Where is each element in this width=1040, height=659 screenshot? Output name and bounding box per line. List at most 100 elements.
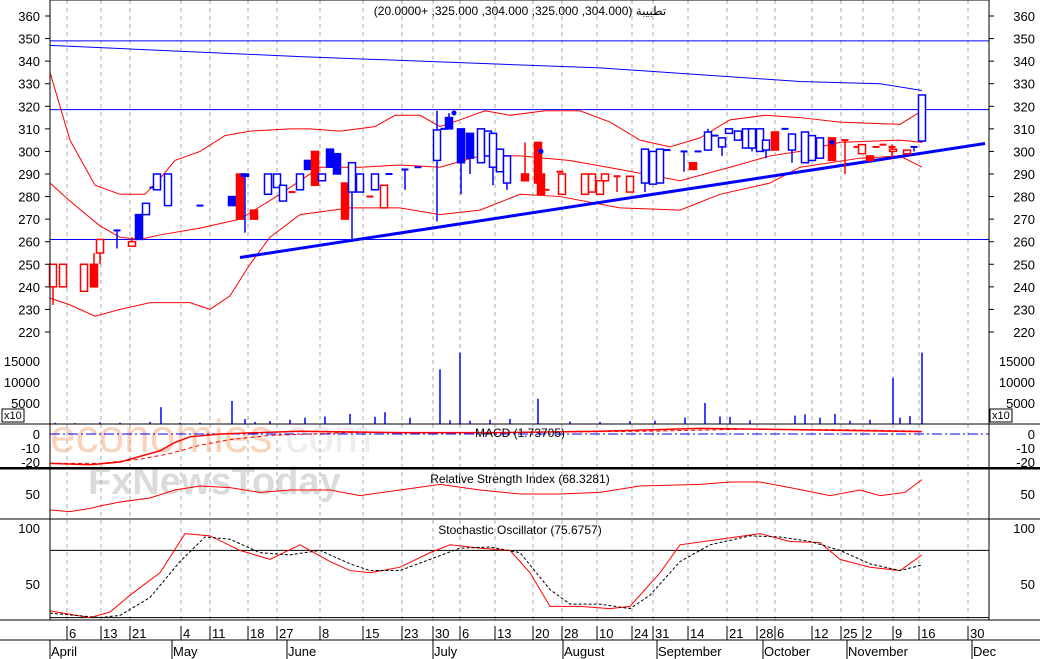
stochastic-panel [49, 533, 989, 619]
x-tick-label: 6 [777, 626, 784, 641]
candle-body [303, 159, 313, 171]
y-tick-label-right: 230 [1013, 302, 1035, 317]
candle-body [347, 161, 357, 193]
month-label: August [564, 644, 605, 659]
macd-label: MACD (1.73705) [475, 426, 565, 440]
candle [917, 94, 927, 143]
month-label: May [173, 644, 198, 659]
candle-body [163, 173, 173, 207]
candle [520, 142, 530, 182]
candle [640, 148, 650, 193]
y-tick-label-left: 320 [18, 99, 40, 114]
x-tick-label: 4 [183, 626, 190, 641]
watermark-economies: economies.com [50, 410, 372, 462]
candle-body [888, 148, 898, 153]
x-tick-label: 14 [690, 626, 704, 641]
candle-body [520, 173, 530, 182]
y-tick-label-left: 240 [18, 280, 40, 295]
candle-body [640, 148, 650, 184]
marker-dot [829, 139, 835, 145]
candle-body [317, 173, 327, 182]
x-tick-label: 12 [814, 626, 828, 641]
candle [278, 184, 288, 202]
candle-body [703, 131, 713, 151]
x-tick-label: 30 [435, 626, 449, 641]
x-tick-label: 18 [250, 626, 264, 641]
x-tick-label: 10 [599, 626, 613, 641]
candle-body [717, 137, 727, 148]
candle [152, 173, 162, 191]
month-label: June [288, 644, 316, 659]
candle-body [95, 238, 105, 254]
candle-body [127, 240, 137, 247]
x-tick-label: 25 [843, 626, 857, 641]
x-tick-label: 2 [865, 626, 872, 641]
candle [888, 148, 898, 153]
candle [680, 150, 688, 172]
candle-body [89, 263, 99, 288]
candle-body [587, 173, 597, 193]
candle-body [787, 133, 797, 151]
candle [625, 175, 635, 193]
candle-body [370, 173, 380, 191]
month-label: October [764, 644, 811, 659]
x-tick-label: 24 [634, 626, 648, 641]
candle [600, 173, 610, 182]
candle [865, 155, 875, 162]
month-label: April [51, 644, 77, 659]
x-tick-label: 30 [970, 626, 984, 641]
y-tick-label-left: 310 [18, 122, 40, 137]
candle-body [807, 134, 817, 162]
y-tick-label-left: 250 [18, 257, 40, 272]
y-tick-label-right: 360 [1013, 9, 1035, 24]
candle [536, 173, 546, 196]
candle [401, 168, 409, 190]
candle [235, 173, 245, 220]
candle [249, 209, 259, 220]
candle-body [536, 173, 546, 196]
candle [58, 263, 68, 288]
y-tick-label-right: 280 [1013, 190, 1035, 205]
candle [724, 128, 734, 135]
candle [465, 132, 475, 174]
candle-body [580, 173, 590, 196]
stochastic-label: Stochastic Oscillator (75.6757) [438, 523, 601, 537]
axes: 220 220230 230240 240250 250260 260270 270280 2… [0, 0, 1040, 659]
y-tick-label-right: 240 [1013, 280, 1035, 295]
candle [841, 139, 849, 174]
candle-body [263, 173, 273, 196]
x-tick-label: 15 [365, 626, 379, 641]
candle [317, 173, 327, 182]
x-tick-label: 8 [322, 626, 329, 641]
candle [303, 159, 313, 171]
candle [655, 148, 665, 184]
x-tick-label: 13 [497, 626, 511, 641]
stochastic-tick-label-left: 50 [26, 577, 40, 592]
candle [557, 173, 567, 196]
candle [141, 202, 151, 216]
y-tick-label-right: 320 [1013, 99, 1035, 114]
candle-body [249, 209, 259, 220]
candle-body [48, 263, 58, 288]
x-tick-label: 11 [212, 626, 226, 641]
candle [163, 173, 173, 207]
candle-body [488, 132, 498, 168]
candle [580, 173, 590, 196]
x-tick-label: 6 [462, 626, 469, 641]
candle [325, 148, 335, 168]
y-tick-label-right: 250 [1013, 257, 1035, 272]
candle [595, 180, 605, 196]
rsi-tick-label-left: 50 [26, 487, 40, 502]
candle-body [800, 131, 810, 164]
y-tick-label-right: 340 [1013, 54, 1035, 69]
x-tick-label: 16 [921, 626, 935, 641]
candle [79, 263, 89, 293]
stock-chart: economies.com FxNewsToday 220 220 230 230 24… [0, 0, 1040, 659]
candle [332, 152, 342, 175]
candle-body [595, 180, 605, 196]
stochastic-tick-label-right: 100 [1013, 521, 1035, 536]
price-panel [48, 40, 989, 317]
volume-tick-label-left: 10000 [4, 375, 40, 390]
candle-body [240, 173, 250, 177]
stochastic-tick-label-right: 50 [1021, 577, 1035, 592]
